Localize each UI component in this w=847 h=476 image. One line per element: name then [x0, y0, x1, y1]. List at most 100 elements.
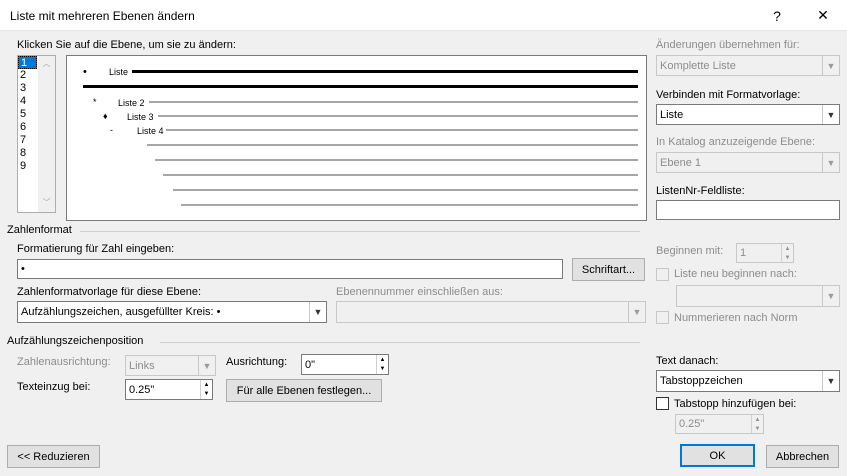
spin-down-icon[interactable]: ▼: [752, 424, 763, 433]
link-style-label: Verbinden mit Formatvorlage:: [656, 89, 801, 101]
level-item[interactable]: 5: [18, 108, 37, 121]
tabstop-value: 0.25": [679, 418, 705, 430]
preview-line: [163, 174, 638, 176]
close-button[interactable]: ✕: [803, 0, 843, 31]
aligned-at-stepper[interactable]: 0" ▲ ▼: [301, 354, 389, 375]
apply-to-value: Komplette Liste: [660, 59, 736, 72]
level-item[interactable]: 1: [18, 56, 37, 69]
alignment-dropdown[interactable]: Links ▼: [125, 355, 216, 376]
indent-stepper[interactable]: 0.25" ▲ ▼: [125, 379, 213, 400]
alignment-label: Zahlenausrichtung:: [17, 356, 111, 368]
level-list-scrollbar[interactable]: ︿ ﹀: [38, 56, 55, 212]
level-item[interactable]: 8: [18, 147, 37, 160]
include-level-dropdown[interactable]: ▼: [336, 301, 646, 323]
number-style-dropdown[interactable]: Aufzählungszeichen, ausgefüllter Kreis: …: [17, 301, 327, 323]
follow-number-label: Text danach:: [656, 355, 719, 367]
link-style-dropdown[interactable]: Liste ▼: [656, 104, 840, 125]
list-preview: • Liste * Liste 2 ♦ Liste 3 - Liste 4: [66, 55, 647, 221]
number-style-label: Zahlenformatvorlage für diese Ebene:: [17, 286, 202, 298]
chevron-down-icon: ▼: [628, 302, 645, 322]
start-at-value: 1: [740, 247, 747, 259]
title-bar: Liste mit mehreren Ebenen ändern ? ✕: [0, 0, 847, 31]
format-input[interactable]: •: [17, 259, 563, 279]
font-button[interactable]: Schriftart...: [572, 258, 645, 281]
preview-line: [147, 144, 638, 146]
cancel-button[interactable]: Abbrechen: [766, 445, 839, 468]
scroll-up-icon[interactable]: ︿: [38, 58, 55, 69]
dialog-title: Liste mit mehreren Ebenen ändern: [10, 9, 195, 23]
preview-label: Liste 4: [137, 126, 164, 136]
spin-up-icon[interactable]: ▲: [377, 355, 388, 365]
group-divider: [80, 231, 640, 232]
legal-label: Nummerieren nach Norm: [674, 312, 798, 324]
add-tabstop-checkbox[interactable]: [656, 397, 669, 410]
level-label: Klicken Sie auf die Ebene, um sie zu änd…: [17, 39, 236, 51]
preview-bullet: -: [110, 125, 113, 135]
gallery-level-label: In Katalog anzuzeigende Ebene:: [656, 136, 816, 148]
gallery-level-dropdown[interactable]: Ebene 1 ▼: [656, 152, 840, 173]
spin-up-icon[interactable]: ▲: [782, 244, 793, 253]
follow-number-value: Tabstoppzeichen: [660, 375, 743, 387]
chevron-down-icon: ▼: [822, 105, 839, 124]
apply-to-dropdown[interactable]: Komplette Liste ▼: [656, 55, 840, 76]
listnum-input[interactable]: [656, 200, 840, 220]
position-group-title: Aufzählungszeichenposition: [7, 335, 144, 347]
level-item[interactable]: 9: [18, 160, 37, 173]
ok-button[interactable]: OK: [680, 444, 755, 467]
spin-up-icon[interactable]: ▲: [201, 380, 212, 390]
include-level-label: Ebenennummer einschließen aus:: [336, 286, 503, 298]
group-divider: [160, 342, 640, 343]
apply-to-label: Änderungen übernehmen für:: [656, 39, 800, 51]
indent-value: 0.25": [129, 383, 155, 396]
legal-checkbox[interactable]: [656, 311, 669, 324]
spin-down-icon[interactable]: ▼: [782, 253, 793, 262]
link-style-value: Liste: [660, 108, 684, 121]
listnum-label: ListenNr-Feldliste:: [656, 185, 745, 197]
format-label: Formatierung für Zahl eingeben:: [17, 243, 175, 255]
preview-label: Liste: [109, 67, 129, 77]
aligned-at-value: 0": [305, 358, 316, 371]
chevron-down-icon: ▼: [309, 302, 326, 322]
format-value: •: [21, 263, 25, 275]
preview-line: [83, 85, 638, 88]
indent-label: Texteinzug bei:: [17, 381, 91, 393]
restart-dropdown[interactable]: ▼: [676, 285, 840, 307]
gallery-level-value: Ebene 1: [660, 156, 701, 169]
chevron-down-icon: ▼: [198, 356, 215, 375]
add-tabstop-label: Tabstopp hinzufügen bei:: [674, 398, 797, 410]
preview-line: [132, 70, 638, 73]
preview-line: [158, 115, 638, 117]
level-item[interactable]: 6: [18, 121, 37, 134]
preview-line: [181, 204, 638, 206]
spin-down-icon[interactable]: ▼: [377, 365, 388, 375]
restart-label: Liste neu beginnen nach:: [674, 268, 797, 280]
chevron-down-icon: ▼: [822, 286, 839, 306]
level-item[interactable]: 3: [18, 82, 37, 95]
chevron-down-icon: ▼: [822, 56, 839, 75]
spin-down-icon[interactable]: ▼: [201, 390, 212, 400]
level-list[interactable]: 1 2 3 4 5 6 7 8 9 ︿ ﹀: [17, 55, 56, 213]
start-at-label: Beginnen mit:: [656, 245, 724, 257]
chevron-down-icon: ▼: [822, 371, 839, 391]
level-item[interactable]: 7: [18, 134, 37, 147]
less-button[interactable]: << Reduzieren: [7, 445, 100, 468]
follow-number-dropdown[interactable]: Tabstoppzeichen ▼: [656, 370, 840, 392]
number-style-value: Aufzählungszeichen, ausgefüllter Kreis: …: [21, 306, 221, 318]
preview-bullet: ♦: [103, 111, 108, 121]
level-item[interactable]: 2: [18, 69, 37, 82]
aligned-at-label: Ausrichtung:: [226, 356, 288, 368]
chevron-down-icon: ▼: [822, 153, 839, 172]
scroll-down-icon[interactable]: ﹀: [38, 197, 55, 208]
restart-checkbox[interactable]: [656, 268, 669, 281]
tabstop-stepper[interactable]: 0.25" ▲ ▼: [675, 414, 764, 434]
preview-label: Liste 3: [127, 112, 154, 122]
set-all-levels-button[interactable]: Für alle Ebenen festlegen...: [226, 379, 382, 402]
spin-up-icon[interactable]: ▲: [752, 415, 763, 424]
number-format-group-title: Zahlenformat: [7, 224, 72, 236]
alignment-value: Links: [129, 359, 155, 372]
level-item[interactable]: 4: [18, 95, 37, 108]
preview-line: [166, 129, 638, 131]
start-at-stepper[interactable]: 1 ▲ ▼: [736, 243, 794, 263]
preview-bullet: *: [93, 97, 97, 107]
help-button[interactable]: ?: [757, 0, 797, 31]
